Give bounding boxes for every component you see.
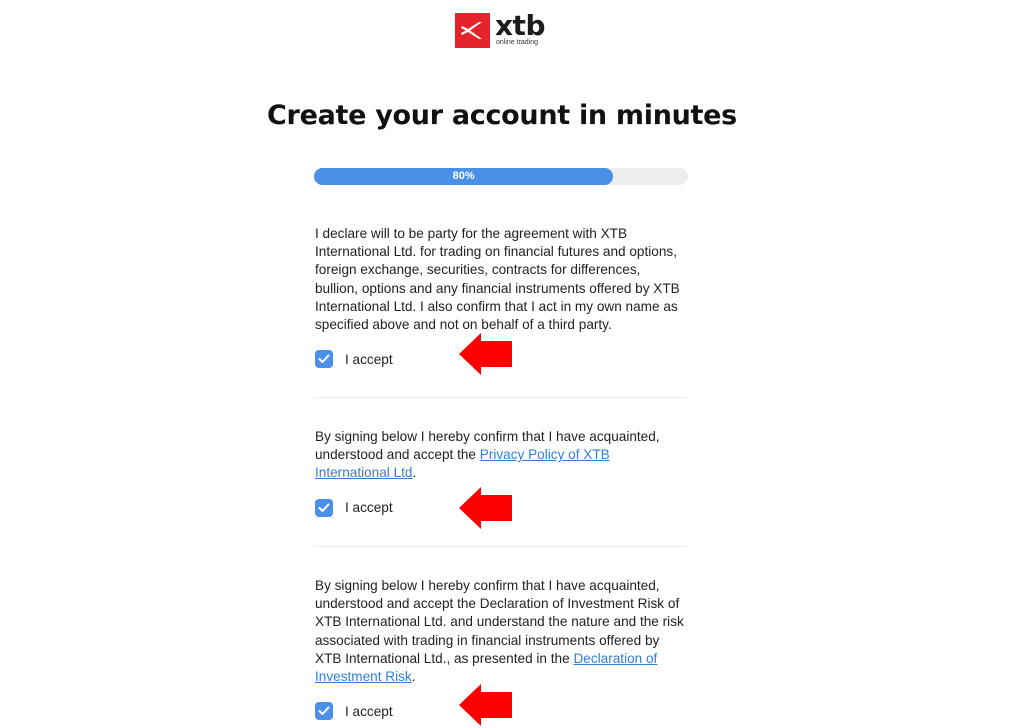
accept-label: I accept xyxy=(345,351,393,367)
privacy-text: By signing below I hereby confirm that I… xyxy=(315,429,660,481)
page-title: Create your account in minutes xyxy=(267,100,737,131)
left-arrow-icon xyxy=(459,684,512,726)
checkmark-icon xyxy=(318,706,330,716)
accept-label: I accept xyxy=(345,703,393,719)
accept-checkbox[interactable] xyxy=(315,350,333,369)
left-arrow-icon xyxy=(459,333,512,375)
brand-tagline: online trading xyxy=(496,39,539,46)
checkmark-icon xyxy=(318,503,330,512)
brand-logo: xtb online trading xyxy=(455,9,546,48)
left-arrow-icon xyxy=(459,487,512,529)
accept-checkbox[interactable] xyxy=(315,702,333,721)
accept-checkbox[interactable] xyxy=(315,498,333,517)
divider xyxy=(315,546,687,547)
checkmark-icon xyxy=(318,354,330,364)
brand-name: xtb xyxy=(495,9,546,42)
agreement-text: I declare will to be party for the agree… xyxy=(315,226,680,333)
progress-bar: 80% xyxy=(314,168,688,185)
xtb-logo-icon xyxy=(455,13,490,48)
investment-risk-text: By signing below I hereby confirm that I… xyxy=(315,578,684,685)
accept-label: I accept xyxy=(345,500,393,516)
divider xyxy=(315,397,687,398)
progress-fill: 80% xyxy=(314,168,614,185)
